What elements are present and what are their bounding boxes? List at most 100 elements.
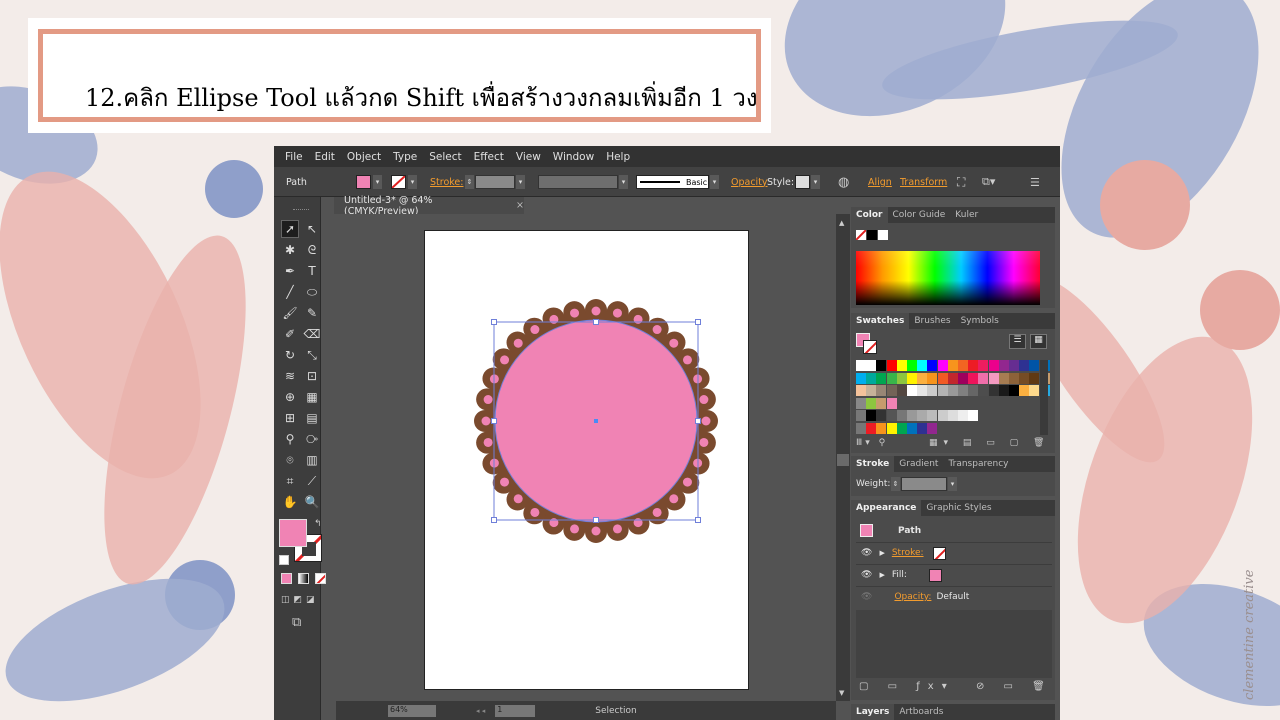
swatch-chip[interactable] (1019, 360, 1030, 371)
zoom-field[interactable]: 64% (388, 704, 436, 717)
swatch-chip[interactable] (896, 360, 907, 371)
swatch-chip[interactable] (998, 360, 1009, 371)
swatch-chip[interactable] (947, 372, 958, 384)
swatch-chip[interactable] (978, 385, 989, 396)
stroke-weight-dropdown-icon[interactable]: ▾ (516, 175, 525, 189)
swatches-scrollbar[interactable] (1040, 360, 1048, 435)
draw-modes-icon[interactable]: ◫◩◪ (281, 595, 319, 605)
swatch-chip[interactable] (866, 410, 877, 421)
scroll-up-icon[interactable]: ▲ (839, 219, 844, 227)
close-tab-icon[interactable]: × (516, 200, 524, 211)
weight-dropdown-icon[interactable]: ▾ (948, 477, 957, 491)
swatch-chip[interactable] (907, 410, 917, 421)
document-tab[interactable]: Untitled-3* @ 64% (CMYK/Preview) × (334, 195, 524, 217)
swatch-chip[interactable] (866, 385, 877, 396)
screen-mode-icon[interactable]: ⧉ (292, 615, 301, 630)
swatch-chip[interactable] (876, 422, 887, 434)
opacity-label[interactable]: Opacity (731, 177, 768, 188)
swatch-chip[interactable] (978, 360, 989, 371)
swatch-chip[interactable] (968, 410, 979, 421)
swatch-chip[interactable] (856, 410, 866, 421)
variable-width-field[interactable] (538, 175, 618, 189)
swatch-chip[interactable] (886, 410, 897, 421)
tab-graphic-styles[interactable]: Graphic Styles (921, 503, 996, 513)
swatch-chip[interactable] (927, 410, 938, 421)
swatch-chip[interactable] (1019, 372, 1030, 384)
swatch-chip[interactable] (917, 360, 928, 371)
shape-builder-icon[interactable]: ⊕ (281, 388, 299, 406)
appearance-opacity-label[interactable]: Opacity: (894, 592, 931, 602)
swatch-chip[interactable] (978, 372, 989, 384)
default-colors-icon[interactable] (279, 555, 289, 565)
pen-tool-icon[interactable]: ✒ (281, 262, 299, 280)
fill-expand-icon[interactable]: ▶ (879, 571, 884, 579)
swatch-stroke-indicator[interactable] (863, 340, 877, 354)
swatch-chip[interactable] (927, 422, 938, 434)
swatch-chip[interactable] (856, 372, 866, 384)
line-tool-icon[interactable]: ╱ (281, 283, 299, 301)
magic-wand-icon[interactable]: ✱ (281, 241, 299, 259)
swatch-chip[interactable] (1019, 385, 1030, 396)
swatch-chip[interactable] (937, 372, 948, 384)
swatch-chip[interactable] (927, 385, 938, 396)
swatch-chip[interactable] (917, 385, 928, 396)
swatch-grid[interactable] (856, 360, 1050, 435)
stroke-weight-stepper[interactable]: ⇕ (465, 175, 474, 189)
hand-tool-icon[interactable]: ✋ (281, 493, 299, 511)
stroke-expand-icon[interactable]: ▶ (879, 549, 884, 557)
menu-select[interactable]: Select (424, 151, 468, 163)
swatch-chip[interactable] (988, 360, 999, 371)
swatch-chip[interactable] (856, 397, 866, 409)
eraser-icon[interactable]: ⌫ (303, 325, 321, 343)
style-dropdown-icon[interactable]: ▾ (811, 175, 820, 189)
swatch-chip[interactable] (927, 360, 938, 371)
artboard-tool-icon[interactable]: ⌗ (281, 472, 299, 490)
blob-brush-icon[interactable]: ✐ (281, 325, 299, 343)
swatch-chip[interactable] (856, 360, 866, 371)
color-white-swatch[interactable] (878, 230, 888, 240)
swatch-chip[interactable] (886, 385, 897, 396)
swatch-chip[interactable] (907, 372, 917, 384)
scroll-down-icon[interactable]: ▼ (839, 689, 844, 697)
color-mode-icon[interactable] (281, 573, 292, 584)
tab-appearance[interactable]: Appearance (851, 500, 922, 516)
fill-color-box[interactable] (279, 519, 307, 547)
selection-tool-icon[interactable]: ➚ (281, 220, 299, 238)
tab-stroke[interactable]: Stroke (851, 456, 895, 472)
tab-color[interactable]: Color (851, 207, 888, 223)
free-transform-icon[interactable]: ⊡ (303, 367, 321, 385)
style-swatch[interactable] (795, 175, 810, 189)
grid-view-icon[interactable]: ▦ (1030, 334, 1047, 349)
transform-link[interactable]: Transform (900, 177, 947, 188)
stroke-weight-field[interactable] (475, 175, 515, 189)
recolor-icon[interactable]: ◍ (838, 167, 849, 197)
paintbrush-icon[interactable]: 🖌 (281, 304, 299, 322)
menu-window[interactable]: Window (548, 151, 601, 163)
swatch-chip[interactable] (866, 397, 877, 409)
color-none-swatch[interactable] (856, 230, 866, 240)
swatch-chip[interactable] (876, 410, 887, 421)
perspective-grid-icon[interactable]: ▦ (303, 388, 321, 406)
swatch-chip[interactable] (958, 385, 968, 396)
artboard-nav-prev-icon[interactable]: ◂ ◂ (476, 707, 485, 715)
swatch-chip[interactable] (896, 385, 907, 396)
swatch-chip[interactable] (1009, 360, 1019, 371)
tab-brushes[interactable]: Brushes (909, 316, 955, 326)
swatch-chip[interactable] (988, 385, 999, 396)
vertical-scrollbar[interactable]: ▲ ▼ (836, 214, 850, 701)
swatch-chip[interactable] (998, 372, 1009, 384)
menu-effect[interactable]: Effect (469, 151, 511, 163)
swatch-chip[interactable] (968, 360, 979, 371)
opacity-visibility-eye-icon[interactable]: 👁 (861, 592, 872, 602)
scale-tool-icon[interactable]: ⤡ (303, 346, 321, 364)
swatch-actions-icons[interactable]: ▦▾ ▤ ▭ ▢ 🗑 (929, 438, 1050, 448)
brush-definition[interactable]: Basic (636, 175, 709, 189)
swatch-chip[interactable] (866, 360, 877, 371)
swatch-chip[interactable] (876, 360, 887, 371)
swatch-chip[interactable] (917, 410, 928, 421)
lasso-icon[interactable]: ᘓ (303, 241, 321, 259)
color-black-swatch[interactable] (867, 230, 877, 240)
menu-view[interactable]: View (511, 151, 548, 163)
swatch-chip[interactable] (896, 422, 907, 434)
tab-symbols[interactable]: Symbols (956, 316, 1004, 326)
